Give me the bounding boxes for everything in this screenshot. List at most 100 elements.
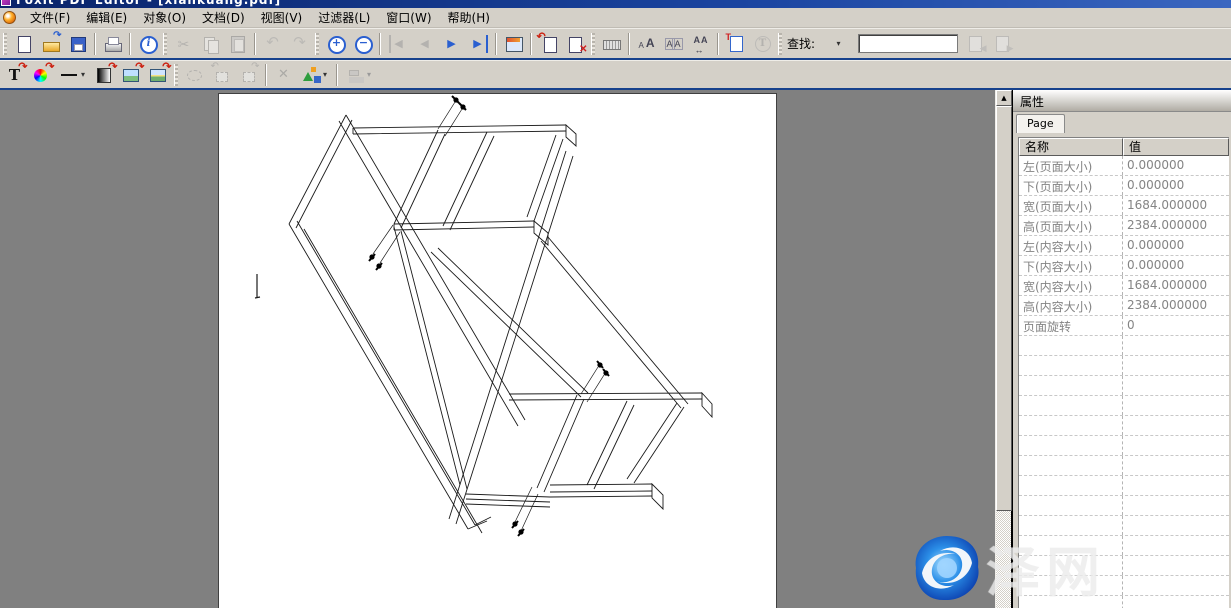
property-row[interactable]: 下(内容大小)0.000000 bbox=[1019, 256, 1229, 276]
menu-help[interactable]: 帮助(H) bbox=[440, 7, 498, 28]
property-row[interactable] bbox=[1019, 496, 1229, 516]
document-info-button[interactable] bbox=[134, 31, 161, 56]
keyboard-input-button[interactable] bbox=[598, 31, 625, 56]
new-file-button[interactable] bbox=[10, 31, 37, 56]
toolbar-grip[interactable] bbox=[778, 33, 782, 55]
document-canvas[interactable] bbox=[0, 90, 995, 608]
property-row[interactable]: 左(页面大小)0.000000 bbox=[1019, 156, 1229, 176]
insert-image-button[interactable] bbox=[145, 62, 172, 87]
text-page-button[interactable] bbox=[722, 31, 749, 56]
menu-window[interactable]: 窗口(W) bbox=[378, 7, 439, 28]
print-button[interactable] bbox=[99, 31, 126, 56]
next-icon bbox=[443, 35, 461, 53]
property-row[interactable]: 宽(页面大小)1684.000000 bbox=[1019, 196, 1229, 216]
toolbar-separator bbox=[336, 64, 338, 86]
toolbar-grip[interactable] bbox=[174, 64, 178, 86]
zoom-out-button[interactable] bbox=[349, 31, 376, 56]
property-row[interactable] bbox=[1019, 336, 1229, 356]
property-row[interactable] bbox=[1019, 376, 1229, 396]
insert-shading-button[interactable] bbox=[91, 62, 118, 87]
menu-view[interactable]: 视图(V) bbox=[253, 7, 311, 28]
property-value bbox=[1123, 596, 1229, 608]
property-row[interactable] bbox=[1019, 356, 1229, 376]
menu-file[interactable]: 文件(F) bbox=[22, 7, 78, 28]
page-layout-button[interactable] bbox=[500, 31, 527, 56]
vertical-scrollbar[interactable]: ▲ bbox=[995, 90, 1011, 608]
property-row[interactable] bbox=[1019, 536, 1229, 556]
find-next-button[interactable] bbox=[989, 31, 1016, 56]
zoom-in-button[interactable] bbox=[322, 31, 349, 56]
property-row[interactable]: 高(页面大小)2384.000000 bbox=[1019, 216, 1229, 236]
toolbar-grip[interactable] bbox=[3, 33, 7, 55]
toolbar-grip[interactable] bbox=[315, 33, 319, 55]
insert-text-button[interactable] bbox=[1, 62, 28, 87]
char-spacing-button[interactable] bbox=[687, 31, 714, 56]
insert-color-button[interactable] bbox=[28, 62, 55, 87]
property-row[interactable] bbox=[1019, 516, 1229, 536]
pdf-page[interactable] bbox=[218, 93, 777, 608]
cut-button[interactable] bbox=[170, 31, 197, 56]
rotate-right-button[interactable] bbox=[235, 62, 262, 87]
align-objects-button[interactable]: ▾ bbox=[341, 62, 377, 87]
select-object-button[interactable] bbox=[181, 62, 208, 87]
property-row[interactable] bbox=[1019, 556, 1229, 576]
column-header-name[interactable]: 名称 bbox=[1019, 138, 1123, 156]
menu-filter[interactable]: 过滤器(L) bbox=[310, 7, 378, 28]
column-header-value[interactable]: 值 bbox=[1123, 138, 1229, 156]
property-row[interactable]: 页面旋转0 bbox=[1019, 316, 1229, 336]
insert-page-button[interactable] bbox=[535, 31, 562, 56]
delete-page-button[interactable] bbox=[562, 31, 589, 56]
property-name bbox=[1019, 456, 1123, 475]
property-row[interactable] bbox=[1019, 476, 1229, 496]
font-size-button[interactable] bbox=[633, 31, 660, 56]
first-icon bbox=[389, 35, 407, 53]
tab-page[interactable]: Page bbox=[1016, 114, 1065, 133]
draw-shapes-button[interactable]: ▾ bbox=[297, 62, 333, 87]
redo-button[interactable] bbox=[286, 31, 313, 56]
save-file-button[interactable] bbox=[64, 31, 91, 56]
property-row[interactable]: 宽(内容大小)1684.000000 bbox=[1019, 276, 1229, 296]
scrollbar-up-arrow[interactable]: ▲ bbox=[996, 90, 1012, 106]
dropdown-caret-icon[interactable]: ▾ bbox=[81, 70, 85, 79]
property-row[interactable] bbox=[1019, 436, 1229, 456]
line-style-button[interactable]: ▾ bbox=[55, 62, 91, 87]
dropdown-caret-icon[interactable]: ▾ bbox=[323, 70, 327, 79]
property-row[interactable] bbox=[1019, 576, 1229, 596]
property-row[interactable] bbox=[1019, 416, 1229, 436]
edit-image-button[interactable] bbox=[118, 62, 145, 87]
property-name: 左(内容大小) bbox=[1019, 236, 1123, 255]
property-row[interactable]: 高(内容大小)2384.000000 bbox=[1019, 296, 1229, 316]
font-compare-button[interactable] bbox=[660, 31, 687, 56]
find-previous-button[interactable] bbox=[962, 31, 989, 56]
paste-button[interactable] bbox=[224, 31, 251, 56]
delete-object-button[interactable] bbox=[270, 62, 297, 87]
toolbar-grip[interactable] bbox=[591, 33, 595, 55]
dropdown-caret-icon[interactable]: ▾ bbox=[837, 39, 841, 48]
find-history-button[interactable]: ▾ bbox=[818, 31, 854, 56]
rotate-left-button[interactable] bbox=[208, 62, 235, 87]
scrollbar-thumb[interactable] bbox=[996, 106, 1012, 511]
menu-document[interactable]: 文档(D) bbox=[194, 7, 253, 28]
next-page-button[interactable] bbox=[438, 31, 465, 56]
open-file-button[interactable] bbox=[37, 31, 64, 56]
property-value bbox=[1123, 336, 1229, 355]
property-row[interactable] bbox=[1019, 456, 1229, 476]
undo-button[interactable] bbox=[259, 31, 286, 56]
last-page-button[interactable] bbox=[465, 31, 492, 56]
previous-page-button[interactable] bbox=[411, 31, 438, 56]
property-row[interactable]: 下(页面大小)0.000000 bbox=[1019, 176, 1229, 196]
text-select-button[interactable] bbox=[749, 31, 776, 56]
toolbar-grip[interactable] bbox=[163, 33, 167, 55]
property-row[interactable] bbox=[1019, 596, 1229, 608]
dropdown-caret-icon[interactable]: ▾ bbox=[367, 70, 371, 79]
property-value bbox=[1123, 576, 1229, 595]
menu-edit[interactable]: 编辑(E) bbox=[78, 7, 135, 28]
find-input[interactable] bbox=[858, 34, 958, 53]
aaarrow-icon bbox=[692, 35, 710, 53]
first-page-button[interactable] bbox=[384, 31, 411, 56]
property-row[interactable] bbox=[1019, 396, 1229, 416]
menu-object[interactable]: 对象(O) bbox=[135, 7, 194, 28]
app-icon[interactable] bbox=[3, 11, 16, 24]
property-row[interactable]: 左(内容大小)0.000000 bbox=[1019, 236, 1229, 256]
copy-button[interactable] bbox=[197, 31, 224, 56]
